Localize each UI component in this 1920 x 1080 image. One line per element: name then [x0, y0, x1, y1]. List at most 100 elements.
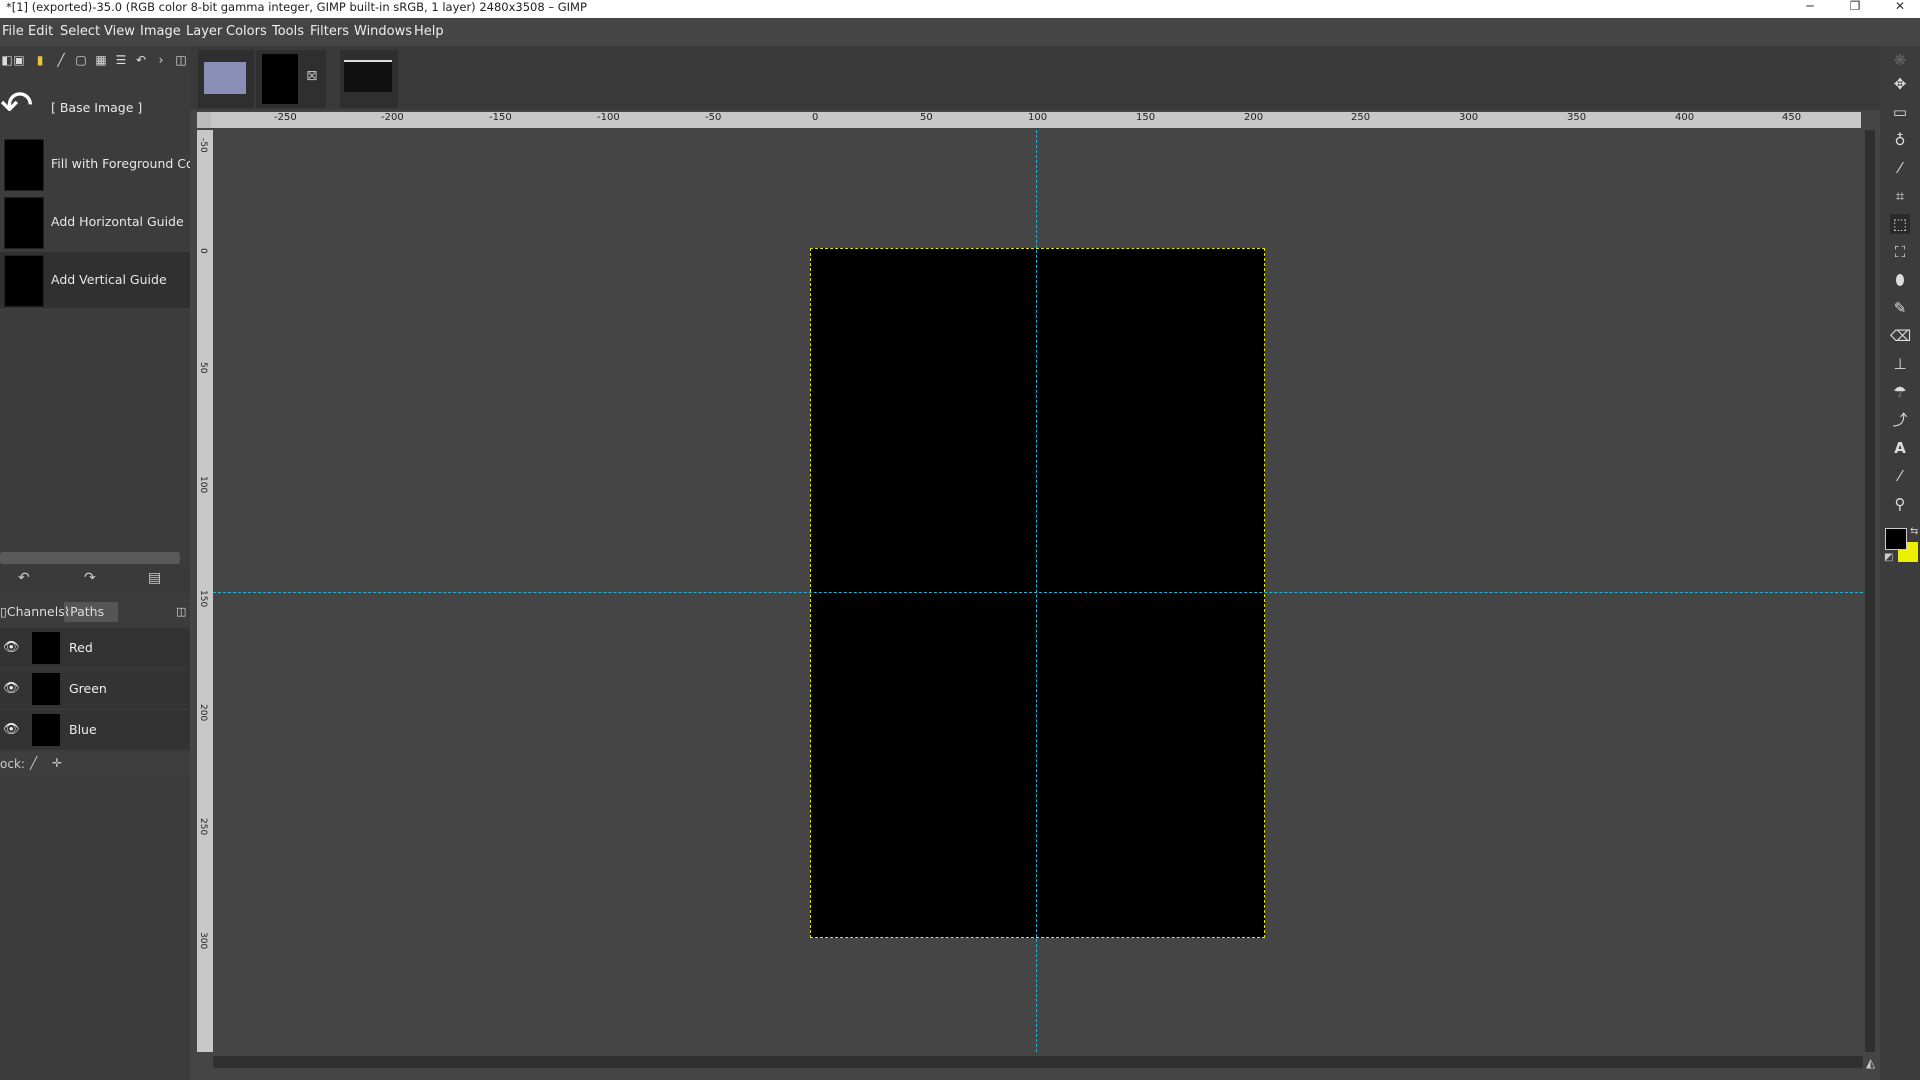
- history-scrollbar[interactable]: [0, 552, 180, 564]
- ruler-label: -50: [198, 138, 208, 153]
- swap-colors-icon[interactable]: ⇆: [1910, 526, 1918, 537]
- configure-tab-icon[interactable]: ◫: [174, 53, 188, 67]
- title-bar: *[1] (exported)-35.0 (RGB color 8-bit ga…: [0, 0, 1920, 18]
- menu-windows[interactable]: Windows: [354, 24, 412, 39]
- clone-tool-icon[interactable]: ⊥: [1890, 354, 1910, 374]
- lock-row: ock: ╱ ✛: [0, 752, 190, 776]
- lock-pixels-icon[interactable]: ╱: [30, 756, 37, 770]
- canvas-area[interactable]: [213, 130, 1863, 1052]
- ruler-label: -50: [705, 112, 722, 123]
- crop-tool-icon[interactable]: ⌗: [1890, 186, 1910, 206]
- menu-image[interactable]: Image: [140, 24, 181, 39]
- menu-bar: File Edit Select View Image Layer Colors…: [0, 18, 1920, 46]
- tab-channels-label: Channels: [6, 604, 65, 619]
- close-button[interactable]: ✕: [1885, 0, 1915, 14]
- color-picker-tool-icon[interactable]: ⁄: [1890, 466, 1910, 486]
- image-tab-3[interactable]: [340, 50, 398, 108]
- menu-help[interactable]: Help: [414, 24, 444, 39]
- undo-history-icon[interactable]: ↶: [134, 53, 148, 67]
- smudge-tool-icon[interactable]: ☂: [1890, 382, 1910, 402]
- close-tab-icon[interactable]: ⊠: [306, 68, 318, 84]
- history-thumbnail: [4, 197, 44, 249]
- vertical-guide[interactable]: [1036, 130, 1037, 1052]
- history-item-add-horizontal-guide[interactable]: Add Horizontal Guide: [0, 194, 190, 250]
- configure-tab-icon[interactable]: ◫: [176, 602, 186, 622]
- navigate-icon[interactable]: ◭: [1866, 1056, 1875, 1070]
- foreground-color-swatch[interactable]: [1885, 528, 1907, 550]
- channels-icon: ▯: [0, 604, 7, 619]
- unified-transform-tool-icon[interactable]: ⬚: [1890, 214, 1910, 234]
- gimp-logo-icon: ❋: [1893, 51, 1907, 69]
- history-buttons: ↶ ↷ ▤: [0, 566, 190, 592]
- vertical-scrollbar[interactable]: [1865, 130, 1875, 1052]
- default-colors-icon[interactable]: ◩: [1884, 552, 1893, 563]
- ruler-corner[interactable]: [197, 112, 211, 128]
- more-tabs-icon[interactable]: ›: [154, 53, 168, 67]
- device-status-icon[interactable]: ▣: [12, 53, 26, 67]
- bucket-fill-tool-icon[interactable]: ⬮: [1890, 270, 1910, 290]
- vertical-ruler[interactable]: -50 0 50 100 150 200 250 300: [197, 130, 213, 1052]
- ruler-label: 50: [920, 112, 933, 123]
- menu-tools[interactable]: Tools: [272, 24, 304, 39]
- gradients-icon[interactable]: ▦: [94, 53, 108, 67]
- menu-colors[interactable]: Colors: [226, 24, 267, 39]
- ruler-label: 250: [1351, 112, 1371, 123]
- ruler-label: -250: [274, 112, 297, 123]
- history-item-base-image[interactable]: ↶ [ Base Image ]: [0, 80, 190, 136]
- history-item-add-vertical-guide[interactable]: Add Vertical Guide: [0, 252, 190, 308]
- clear-history-icon[interactable]: ▤: [148, 570, 161, 586]
- eye-icon[interactable]: 👁: [3, 681, 21, 696]
- lock-position-icon[interactable]: ✛: [52, 756, 62, 770]
- history-item-fill[interactable]: Fill with Foreground Color: [0, 136, 190, 192]
- minimize-button[interactable]: ─: [1795, 0, 1825, 14]
- ruler-label: 0: [198, 248, 208, 254]
- eraser-tool-icon[interactable]: ⌫: [1890, 326, 1911, 346]
- horizontal-guide[interactable]: [213, 592, 1863, 593]
- paintbrush-tool-icon[interactable]: ✎: [1890, 298, 1910, 318]
- channel-row-blue[interactable]: 👁 Blue: [0, 710, 190, 750]
- eye-icon[interactable]: 👁: [3, 640, 21, 655]
- fuzzy-select-tool-icon[interactable]: ⁄: [1890, 158, 1910, 178]
- ruler-label: 200: [198, 704, 208, 722]
- maximize-button[interactable]: ❐: [1840, 0, 1870, 14]
- ruler-label: -200: [381, 112, 404, 123]
- image-canvas[interactable]: [810, 248, 1265, 938]
- channel-row-green[interactable]: 👁 Green: [0, 669, 190, 709]
- horizontal-scrollbar[interactable]: [213, 1056, 1863, 1068]
- horizontal-ruler[interactable]: -250 -200 -150 -100 -50 0 50 100 150 200…: [211, 112, 1861, 128]
- patterns-icon[interactable]: ▢: [74, 53, 88, 67]
- ruler-label: 300: [198, 932, 208, 950]
- image-tab-2[interactable]: ⊠: [256, 50, 326, 108]
- text-tool-icon[interactable]: A: [1890, 438, 1910, 458]
- menu-select[interactable]: Select: [60, 24, 100, 39]
- menu-view[interactable]: View: [104, 24, 135, 39]
- menu-file[interactable]: File: [2, 24, 24, 39]
- menu-filters[interactable]: Filters: [310, 24, 349, 39]
- palette-icon[interactable]: ▮: [33, 53, 47, 67]
- history-item-label: Add Vertical Guide: [51, 272, 167, 287]
- channel-thumbnail: [32, 673, 60, 705]
- tab-channels[interactable]: ▯Channels: [0, 602, 65, 622]
- move-tool-icon[interactable]: ✥: [1890, 74, 1910, 94]
- brushes-icon[interactable]: ╱: [54, 53, 68, 67]
- menu-edit[interactable]: Edit: [28, 24, 53, 39]
- menu-layer[interactable]: Layer: [186, 24, 222, 39]
- lasso-tool-icon[interactable]: ♁: [1890, 130, 1910, 150]
- ruler-label: 450: [1782, 112, 1802, 123]
- channel-row-red[interactable]: 👁 Red: [0, 628, 190, 668]
- zoom-tool-icon[interactable]: ⚲: [1890, 494, 1910, 514]
- ruler-label: 250: [198, 818, 208, 836]
- undo-arrow-icon: ↶: [0, 83, 34, 129]
- channel-thumbnail: [32, 714, 60, 746]
- eye-icon[interactable]: 👁: [3, 722, 21, 737]
- rect-select-tool-icon[interactable]: ▭: [1890, 102, 1910, 122]
- image-tab-1[interactable]: [198, 50, 254, 108]
- layers-icon[interactable]: ☰: [114, 53, 128, 67]
- paths-tool-icon[interactable]: ⤴: [1890, 410, 1910, 430]
- image-thumbnail: [204, 62, 246, 94]
- tab-paths[interactable]: ⌇Paths: [64, 602, 118, 622]
- undo-icon[interactable]: ↶: [18, 570, 30, 586]
- ruler-label: 100: [198, 476, 208, 494]
- redo-icon[interactable]: ↷: [84, 570, 96, 586]
- warp-tool-icon[interactable]: ⛶: [1890, 242, 1910, 262]
